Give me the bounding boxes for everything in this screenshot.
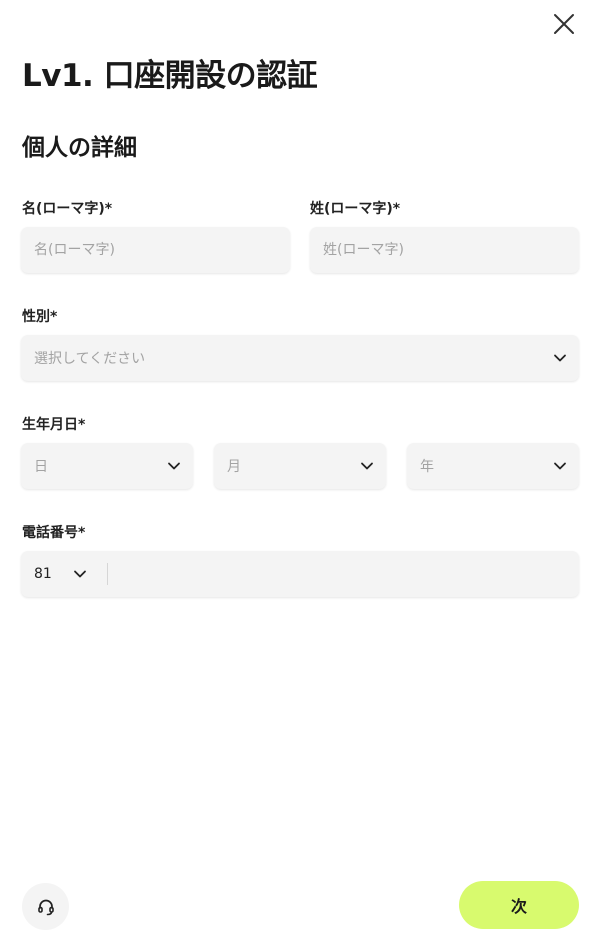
birth-year-select[interactable]: 年 xyxy=(407,443,579,489)
gender-select[interactable]: 選択してください xyxy=(21,335,579,381)
gender-label: 性別* xyxy=(22,309,58,325)
birth-day-select-value: 日 xyxy=(34,459,48,475)
chevron-down-icon xyxy=(554,354,566,362)
birth-month-select[interactable]: 月 xyxy=(214,443,386,489)
birth-year-select-value: 年 xyxy=(420,459,434,475)
phone-field: 81 xyxy=(21,551,579,597)
close-button[interactable] xyxy=(550,10,578,38)
section-title: 個人の詳細 xyxy=(22,135,137,161)
phone-label: 電話番号* xyxy=(22,525,86,541)
birthdate-label: 生年月日* xyxy=(22,417,86,433)
chevron-down-icon xyxy=(74,570,86,578)
chevron-down-icon xyxy=(168,462,180,470)
last-name-input[interactable] xyxy=(310,227,579,273)
first-name-input[interactable] xyxy=(21,227,290,273)
support-button[interactable] xyxy=(22,883,69,930)
first-name-label: 名(ローマ字)* xyxy=(22,201,113,217)
country-code-select[interactable]: 81 xyxy=(21,551,97,597)
last-name-label: 姓(ローマ字)* xyxy=(310,201,401,217)
gender-select-value: 選択してください xyxy=(34,351,146,367)
first-name-field xyxy=(21,227,290,273)
chevron-down-icon xyxy=(361,462,373,470)
phone-number-input[interactable] xyxy=(108,551,579,597)
birth-month-select-value: 月 xyxy=(227,459,241,475)
last-name-field xyxy=(310,227,579,273)
page-title: Lv1. 口座開設の認証 xyxy=(22,58,318,94)
close-icon xyxy=(554,14,574,34)
birth-day-select[interactable]: 日 xyxy=(21,443,193,489)
next-button[interactable]: 次 xyxy=(459,881,579,929)
chevron-down-icon xyxy=(554,462,566,470)
country-code-value: 81 xyxy=(34,566,52,582)
headset-icon xyxy=(37,899,54,915)
